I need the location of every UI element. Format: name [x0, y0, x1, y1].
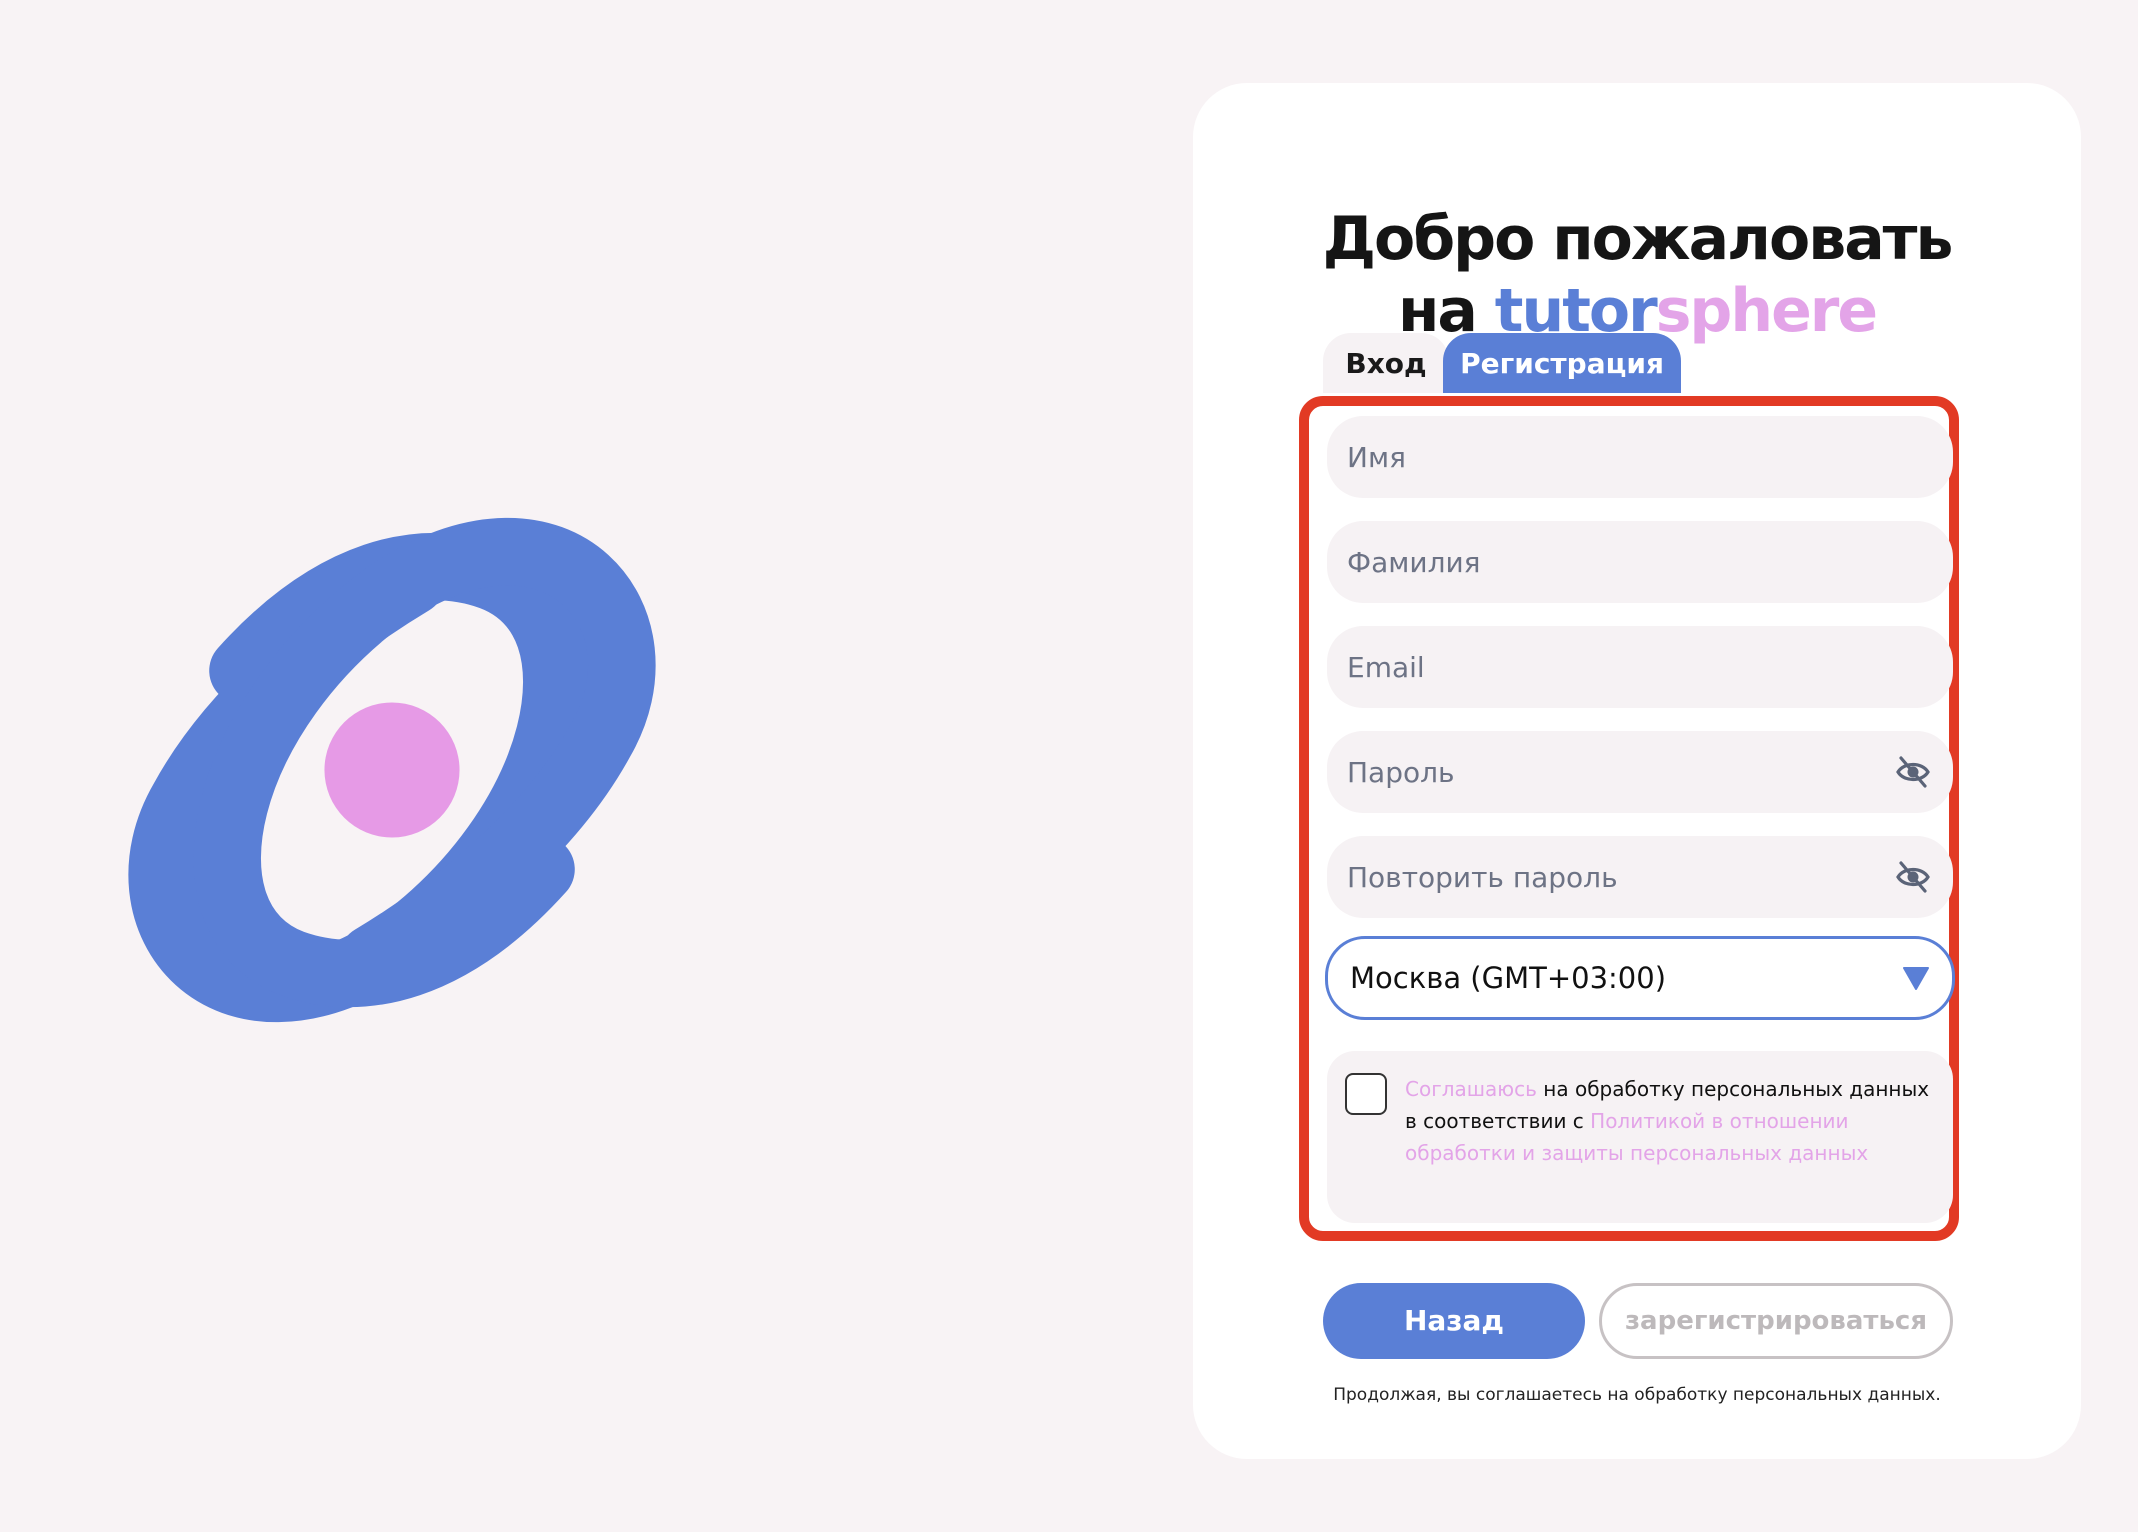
atom-logo-icon [128, 517, 656, 1023]
eye-off-icon[interactable] [1895, 755, 1931, 789]
tutorsphere-logo [94, 472, 690, 1068]
consent-text: Соглашаюсь на обработку персональных дан… [1405, 1073, 1935, 1169]
footnote: Продолжая, вы соглашаетесь на обработку … [1333, 1385, 1941, 1405]
first-name-field[interactable] [1327, 416, 1953, 498]
password-repeat-field[interactable] [1327, 836, 1953, 918]
timezone-select[interactable]: Москва (GMT+03:00) [1325, 936, 1955, 1020]
register-button[interactable]: зарегистрироваться [1599, 1283, 1953, 1359]
email-field[interactable] [1327, 626, 1953, 708]
first-name-input[interactable] [1327, 416, 1953, 498]
last-name-field[interactable] [1327, 521, 1953, 603]
password-field[interactable] [1327, 731, 1953, 813]
email-input[interactable] [1327, 626, 1953, 708]
back-button[interactable]: Назад [1323, 1283, 1585, 1359]
nucleus-dot [324, 702, 460, 838]
eye-off-icon[interactable] [1895, 860, 1931, 894]
welcome-title: Добро пожаловать на tutorsphere [1193, 203, 2081, 347]
consent-agree-link[interactable]: Соглашаюсь [1405, 1077, 1537, 1101]
registration-form: Москва (GMT+03:00) Соглашаюсь на обработ… [1299, 396, 1959, 1241]
last-name-input[interactable] [1327, 521, 1953, 603]
auth-card: Добро пожаловать на tutorsphere Вход Рег… [1193, 83, 2081, 1459]
tab-register[interactable]: Регистрация [1443, 333, 1681, 393]
tab-login[interactable]: Вход [1323, 333, 1449, 393]
title-line-1: Добро пожаловать [1322, 204, 1954, 274]
consent-checkbox[interactable] [1345, 1073, 1387, 1115]
triangle-down-icon[interactable] [1902, 965, 1930, 991]
brand-name-part2: sphere [1655, 276, 1878, 346]
consent-block: Соглашаюсь на обработку персональных дан… [1327, 1051, 1953, 1223]
password-input[interactable] [1327, 731, 1953, 813]
password-repeat-input[interactable] [1327, 836, 1953, 918]
timezone-value: Москва (GMT+03:00) [1350, 961, 1667, 995]
